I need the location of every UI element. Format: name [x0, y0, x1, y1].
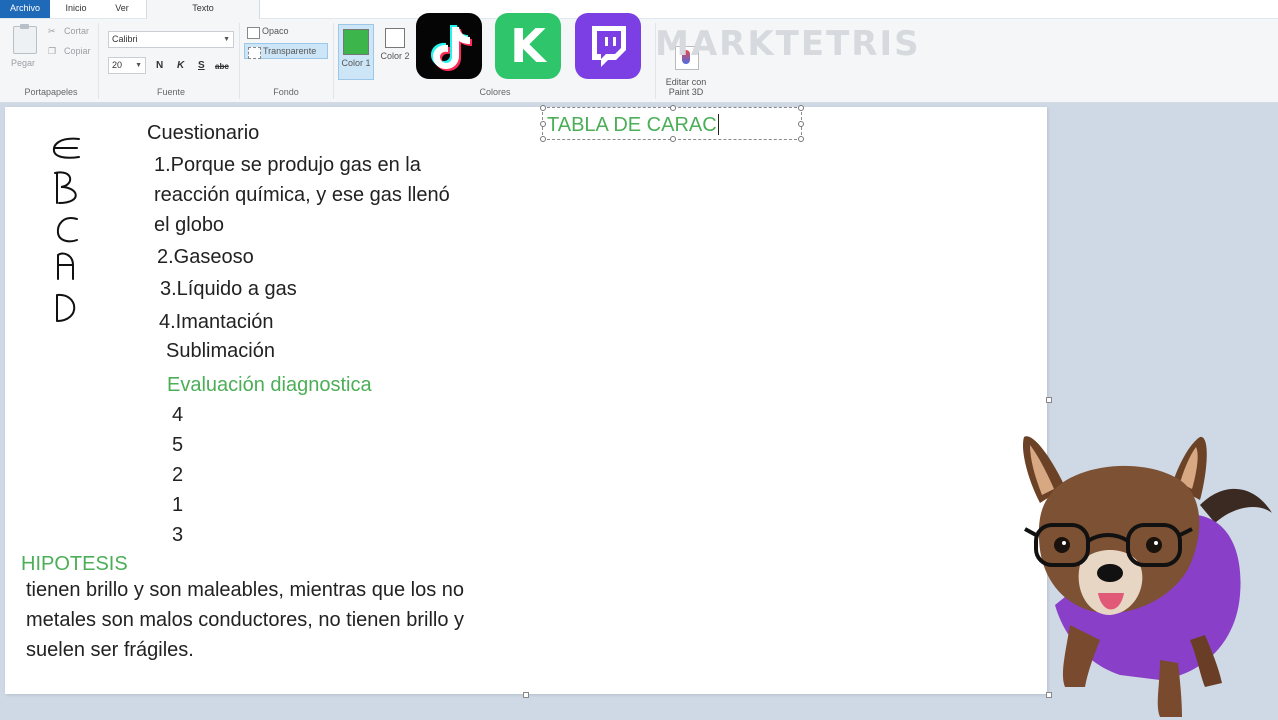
- answer-line: 4.Imantación: [159, 311, 274, 333]
- tab-file[interactable]: Archivo: [0, 0, 50, 18]
- textbox-content: TABLA DE CARAC: [547, 114, 719, 137]
- watermark-text: MARKTETRIS: [655, 24, 921, 64]
- hypothesis-line: tienen brillo y son maleables, mientras …: [26, 579, 465, 601]
- paste-button[interactable]: Pegar: [11, 58, 35, 68]
- bold-button[interactable]: N: [156, 60, 163, 71]
- background-group-label: Fondo: [273, 87, 299, 97]
- opaque-option[interactable]: Opaco: [244, 24, 328, 40]
- italic-button[interactable]: K: [177, 60, 184, 71]
- divider: [333, 23, 334, 99]
- diagnostic-number: 1: [172, 494, 184, 516]
- answer-line: reacción química, y ese gas llenó: [154, 184, 450, 206]
- transparent-option[interactable]: Transparente: [244, 43, 328, 59]
- textbox-handle[interactable]: [540, 105, 546, 111]
- hypothesis-title: HIPOTESIS: [21, 553, 128, 575]
- opaque-icon: [247, 27, 260, 39]
- copy-icon: ❐: [48, 46, 57, 56]
- textbox-value: TABLA DE CARAC: [547, 114, 717, 136]
- tab-view[interactable]: Ver: [103, 0, 141, 18]
- font-family-value: Calibri: [112, 34, 138, 44]
- tab-text[interactable]: Texto: [146, 0, 260, 19]
- hypothesis-line: metales son malos conductores, no tienen…: [26, 609, 465, 631]
- canvas-resize-handle[interactable]: [523, 692, 529, 698]
- color1-button[interactable]: Color 1: [338, 24, 374, 80]
- copy-button[interactable]: Copiar: [64, 46, 91, 56]
- textbox-handle[interactable]: [540, 121, 546, 127]
- font-size-value: 20: [112, 60, 123, 70]
- tab-home[interactable]: Inicio: [57, 0, 95, 18]
- handwritten-answers: [52, 137, 80, 322]
- answer-line: el globo: [154, 214, 225, 236]
- diagnostic-number: 4: [172, 404, 184, 426]
- color1-swatch: [343, 29, 369, 55]
- textbox-handle[interactable]: [798, 105, 804, 111]
- font-family-select[interactable]: Calibri ▼: [108, 31, 234, 48]
- diagnostic-number: 5: [172, 434, 184, 456]
- color2-swatch: [385, 28, 405, 48]
- twitch-icon: [575, 13, 641, 79]
- clipboard-group-label: Portapapeles: [24, 87, 78, 97]
- drawing-canvas[interactable]: Cuestionario 1.Porque se produjo gas en …: [5, 107, 1052, 698]
- diagnostic-number: 2: [172, 464, 184, 486]
- color1-label: Color 1: [341, 58, 371, 68]
- canvas-resize-handle[interactable]: [1046, 397, 1052, 403]
- tiktok-icon: [416, 13, 482, 79]
- textbox-handle[interactable]: [798, 121, 804, 127]
- answer-line: Sublimación: [166, 340, 275, 362]
- answer-line: 3.Líquido a gas: [160, 278, 297, 300]
- font-group-label: Fuente: [156, 87, 186, 97]
- answer-line: 2.Gaseoso: [157, 246, 254, 268]
- paste-icon[interactable]: [13, 24, 37, 54]
- text-input-box[interactable]: TABLA DE CARAC: [540, 105, 804, 142]
- underline-button[interactable]: S: [198, 60, 205, 71]
- diagnostic-number: 3: [172, 524, 184, 546]
- edit-with-paint3d-button[interactable]: Editar con Paint 3D: [660, 77, 712, 97]
- textbox-handle[interactable]: [798, 136, 804, 142]
- divider: [98, 23, 99, 99]
- transparent-label: Transparente: [263, 46, 317, 56]
- scissors-icon: ✂: [48, 26, 56, 36]
- color2-label: Color 2: [380, 51, 410, 61]
- dog-mascot-image: [1022, 436, 1272, 717]
- text-caret: [717, 114, 719, 135]
- answer-line: 1.Porque se produjo gas en la: [154, 154, 421, 176]
- questionnaire-title: Cuestionario: [147, 122, 260, 144]
- color2-button[interactable]: Color 2: [377, 24, 413, 80]
- cut-button[interactable]: Cortar: [64, 26, 89, 36]
- opaque-label: Opaco: [262, 26, 289, 36]
- transparent-icon: [248, 47, 261, 59]
- font-size-select[interactable]: 20 ▼: [108, 57, 146, 74]
- colors-group-label: Colores: [479, 87, 511, 97]
- textbox-handle[interactable]: [670, 105, 676, 111]
- strikethrough-button[interactable]: abc: [215, 62, 229, 71]
- divider: [239, 23, 240, 99]
- textbox-handle[interactable]: [540, 136, 546, 142]
- chevron-down-icon: ▼: [135, 62, 142, 69]
- diagnostic-title: Evaluación diagnostica: [167, 374, 372, 396]
- hypothesis-line: suelen ser frágiles.: [26, 639, 194, 661]
- chevron-down-icon: ▼: [223, 36, 230, 43]
- kick-icon: K: [495, 13, 561, 79]
